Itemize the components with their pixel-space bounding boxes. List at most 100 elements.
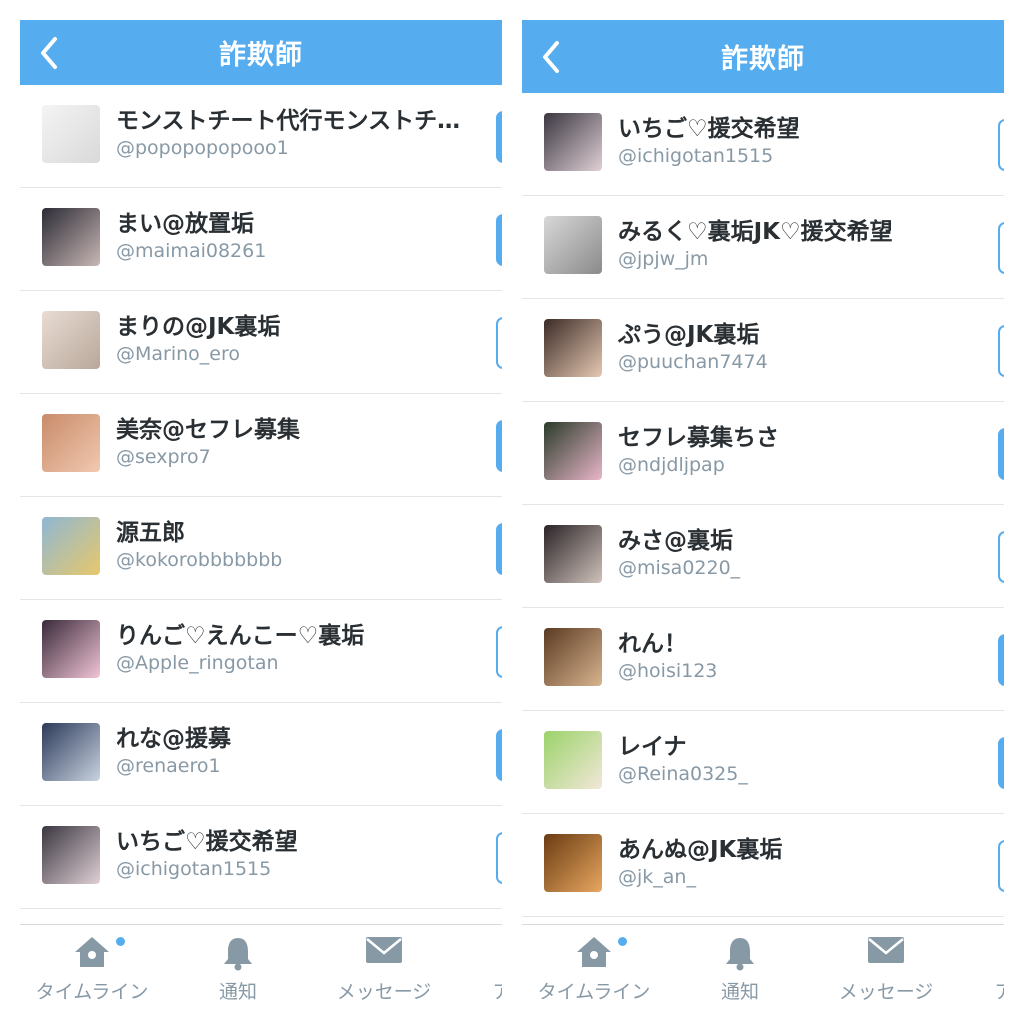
user-handle: @ndjdljpap xyxy=(618,454,725,476)
user-handle: @Reina0325_ xyxy=(618,763,748,785)
user-row[interactable]: いちご♡援交希望 @ichigotan1515 xyxy=(522,93,1004,196)
follow-button[interactable] xyxy=(496,832,502,884)
avatar[interactable] xyxy=(544,319,602,377)
user-row[interactable]: いちご♡援交希望 @ichigotan1515 xyxy=(20,806,502,909)
tab-label: 通知 xyxy=(720,981,759,1003)
user-row[interactable]: みさ@裏垢 @misa0220_ xyxy=(522,505,1004,608)
follow-button[interactable] xyxy=(998,531,1004,583)
user-handle: @popopopopooo1 xyxy=(116,137,289,159)
avatar[interactable] xyxy=(544,525,602,583)
user-handle: @maimai08261 xyxy=(116,240,267,262)
follow-button[interactable] xyxy=(496,729,502,781)
user-row[interactable]: セフレ募集ちさ @ndjdljpap xyxy=(522,402,1004,505)
user-list: モンストチート代行モンストチート代行 @popopopopooo1 まい@放置垢 @m… xyxy=(20,85,502,909)
follow-button[interactable] xyxy=(496,317,502,369)
avatar[interactable] xyxy=(42,414,100,472)
user-row[interactable]: まりの@JK裏垢 @Marino_ero xyxy=(20,291,502,394)
avatar[interactable] xyxy=(42,311,100,369)
user-row[interactable]: レイナ @Reina0325_ xyxy=(522,711,1004,814)
user-display-name: 源五郎 xyxy=(116,520,185,546)
avatar[interactable] xyxy=(42,105,100,163)
follow-button[interactable] xyxy=(496,111,502,163)
avatar[interactable] xyxy=(544,731,602,789)
follow-button[interactable] xyxy=(998,222,1004,274)
user-row[interactable]: まい@放置垢 @maimai08261 xyxy=(20,188,502,291)
user-handle: @hoisi123 xyxy=(618,660,718,682)
user-display-name: みさ@裏垢 xyxy=(618,528,733,554)
tab-envelope[interactable]: メッセージ xyxy=(816,925,956,1005)
user-display-name: まりの@JK裏垢 xyxy=(116,314,281,340)
user-handle: @jpjw_jm xyxy=(618,248,709,270)
avatar[interactable] xyxy=(42,208,100,266)
follow-button[interactable] xyxy=(496,420,502,472)
tab-bell[interactable]: 通知 xyxy=(670,925,810,1005)
envelope-icon xyxy=(365,935,403,971)
follow-button[interactable] xyxy=(998,428,1004,480)
user-handle: @puuchan7474 xyxy=(618,351,768,373)
back-button[interactable] xyxy=(34,33,64,73)
tab-home[interactable]: タイムライン xyxy=(22,925,162,1005)
user-handle: @sexpro7 xyxy=(116,446,211,468)
user-display-name: みるく♡裏垢JK♡援交希望 xyxy=(618,219,893,245)
user-handle: @Apple_ringotan xyxy=(116,652,279,674)
unread-dot xyxy=(618,937,627,946)
tab-more[interactable]: ア xyxy=(984,925,1004,1005)
page-title: 詐欺師 xyxy=(219,40,303,71)
follow-button[interactable] xyxy=(496,626,502,678)
tab-envelope[interactable]: メッセージ xyxy=(314,925,454,1005)
user-display-name: レイナ xyxy=(618,734,687,760)
user-display-name: れん！ xyxy=(618,631,687,657)
follow-button[interactable] xyxy=(998,119,1004,171)
user-row[interactable]: ぷう@JK裏垢 @puuchan7474 xyxy=(522,299,1004,402)
envelope-icon xyxy=(867,935,905,971)
avatar[interactable] xyxy=(544,628,602,686)
avatar[interactable] xyxy=(42,723,100,781)
tab-label: ア xyxy=(492,981,502,1003)
avatar[interactable] xyxy=(42,620,100,678)
unread-dot xyxy=(116,937,125,946)
user-display-name: ぷう@JK裏垢 xyxy=(618,322,760,348)
user-row[interactable]: モンストチート代行モンストチート代行 @popopopopooo1 xyxy=(20,85,502,188)
tab-label: タイムライン xyxy=(537,981,651,1003)
page-title: 詐欺師 xyxy=(721,44,805,75)
user-row[interactable]: れな@援募 @renaero1 xyxy=(20,703,502,806)
user-display-name: いちご♡援交希望 xyxy=(618,116,800,142)
follow-button[interactable] xyxy=(998,840,1004,892)
avatar[interactable] xyxy=(544,422,602,480)
tab-bell[interactable]: 通知 xyxy=(168,925,308,1005)
follow-button[interactable] xyxy=(496,214,502,266)
avatar[interactable] xyxy=(42,517,100,575)
user-display-name: いちご♡援交希望 xyxy=(116,829,298,855)
back-button[interactable] xyxy=(536,37,566,77)
tab-more[interactable]: ア xyxy=(482,925,502,1005)
bell-icon xyxy=(723,935,757,971)
follow-button[interactable] xyxy=(998,737,1004,789)
home-icon xyxy=(575,935,627,971)
tab-label: メッセージ xyxy=(838,981,934,1003)
user-row[interactable]: あんぬ@JK裏垢 @jk_an_ xyxy=(522,814,1004,917)
user-handle: @renaero1 xyxy=(116,755,221,777)
avatar[interactable] xyxy=(544,834,602,892)
follow-button[interactable] xyxy=(496,523,502,575)
user-row[interactable]: れん！ @hoisi123 xyxy=(522,608,1004,711)
home-icon xyxy=(73,935,125,971)
user-handle: @kokorobbbbbbb xyxy=(116,549,283,571)
user-row[interactable]: りんご♡えんこー♡裏垢 @Apple_ringotan xyxy=(20,600,502,703)
user-display-name: モンストチート代行モンストチート代行 xyxy=(116,108,476,134)
user-handle: @ichigotan1515 xyxy=(618,145,774,167)
avatar[interactable] xyxy=(42,826,100,884)
user-row[interactable]: 美奈@セフレ募集 @sexpro7 xyxy=(20,394,502,497)
avatar[interactable] xyxy=(544,216,602,274)
avatar[interactable] xyxy=(544,113,602,171)
bell-icon xyxy=(221,935,255,971)
user-row[interactable]: みるく♡裏垢JK♡援交希望 @jpjw_jm xyxy=(522,196,1004,299)
user-row[interactable]: 源五郎 @kokorobbbbbbb xyxy=(20,497,502,600)
user-display-name: セフレ募集ちさ xyxy=(618,425,779,451)
tab-label: タイムライン xyxy=(35,981,149,1003)
user-handle: @misa0220_ xyxy=(618,557,741,579)
screen-left: 詐欺師 モンストチート代行モンストチート代行 @popopopopooo1 まい@放… xyxy=(20,0,502,1024)
user-display-name: あんぬ@JK裏垢 xyxy=(618,837,783,863)
follow-button[interactable] xyxy=(998,634,1004,686)
follow-button[interactable] xyxy=(998,325,1004,377)
tab-home[interactable]: タイムライン xyxy=(524,925,664,1005)
